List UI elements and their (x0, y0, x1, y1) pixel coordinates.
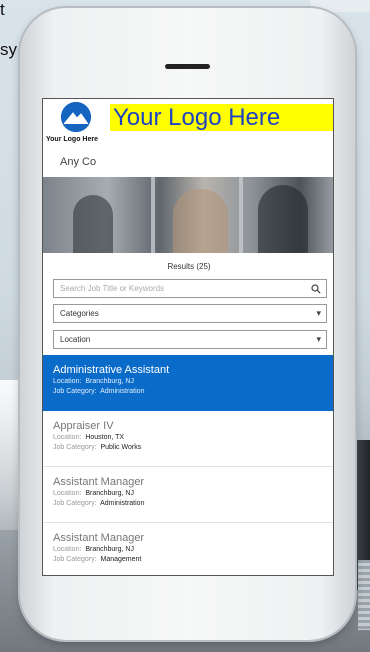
hero-person (73, 195, 113, 253)
job-location: Location: Branchburg, NJ (53, 545, 333, 555)
job-title: Administrative Assistant (53, 364, 170, 376)
hero-image (43, 177, 333, 253)
background-text-line2: sy (0, 40, 17, 59)
job-location-value: Branchburg, NJ (85, 546, 134, 553)
search-placeholder: Search Job Title or Keywords (60, 284, 165, 293)
job-list: Administrative Assistant Location: Branc… (43, 355, 333, 575)
hero-column (151, 177, 155, 253)
job-category-label: Job Category: (53, 444, 97, 451)
job-category: Job Category: Management (53, 555, 333, 565)
job-location-label: Location: (53, 546, 82, 553)
phone-screen: Your Logo Here Your Logo Here Any Co Res… (42, 98, 334, 576)
location-label: Location (60, 335, 91, 344)
job-location-label: Location: (53, 490, 82, 497)
job-location: Location: Houston, TX (53, 433, 333, 443)
job-location-value: Branchburg, NJ (85, 490, 134, 497)
job-title: Assistant Manager (53, 532, 145, 544)
search-icon[interactable] (311, 280, 321, 297)
job-title: Assistant Manager (53, 476, 145, 488)
logo-caption: Your Logo Here (46, 136, 98, 143)
job-list-item[interactable]: Appraiser IV Location: Houston, TX Job C… (43, 411, 333, 467)
job-location-value: Houston, TX (85, 434, 125, 441)
job-category-value: Management (100, 556, 142, 563)
phone-speaker (165, 64, 210, 69)
job-category: Job Category: Administration (53, 387, 333, 397)
job-location-label: Location: (53, 378, 82, 385)
job-category-label: Job Category: (53, 500, 97, 507)
results-count: Results (25) (167, 262, 211, 271)
background-text-line1: t (0, 0, 5, 19)
job-category: Job Category: Administration (53, 499, 333, 509)
job-list-item[interactable]: Assistant Manager Location: Branchburg, … (43, 467, 333, 523)
job-list-item[interactable]: Assistant Manager Location: Branchburg, … (43, 523, 333, 575)
categories-label: Categories (60, 309, 99, 318)
hero-person (173, 189, 228, 253)
job-location-value: Branchburg, NJ (85, 378, 134, 385)
job-category-value: Administration (100, 388, 145, 395)
location-dropdown[interactable]: Location ▾ (53, 330, 327, 349)
job-category-label: Job Category: (53, 388, 97, 395)
logo-header: Your Logo Here Your Logo Here (43, 99, 333, 151)
logo-banner: Your Logo Here (110, 104, 333, 131)
job-location-label: Location: (53, 434, 82, 441)
job-category-label: Job Category: (53, 556, 97, 563)
job-list-item[interactable]: Administrative Assistant Location: Branc… (43, 355, 333, 411)
chevron-down-icon: ▾ (316, 334, 321, 344)
job-category-value: Public Works (100, 444, 142, 451)
hero-column (239, 177, 243, 253)
search-input[interactable]: Search Job Title or Keywords (53, 279, 327, 298)
background-stripes (358, 560, 370, 630)
logo-mountain-icon (61, 102, 91, 132)
job-category-value: Administration (100, 500, 145, 507)
chevron-down-icon: ▾ (316, 308, 321, 318)
phone-frame: Your Logo Here Your Logo Here Any Co Res… (20, 8, 355, 640)
categories-dropdown[interactable]: Categories ▾ (53, 304, 327, 323)
company-name: Any Co (60, 156, 97, 168)
job-location: Location: Branchburg, NJ (53, 489, 333, 499)
job-title: Appraiser IV (53, 420, 114, 432)
hero-person (258, 185, 308, 253)
job-location: Location: Branchburg, NJ (53, 377, 333, 387)
job-category: Job Category: Public Works (53, 443, 333, 453)
